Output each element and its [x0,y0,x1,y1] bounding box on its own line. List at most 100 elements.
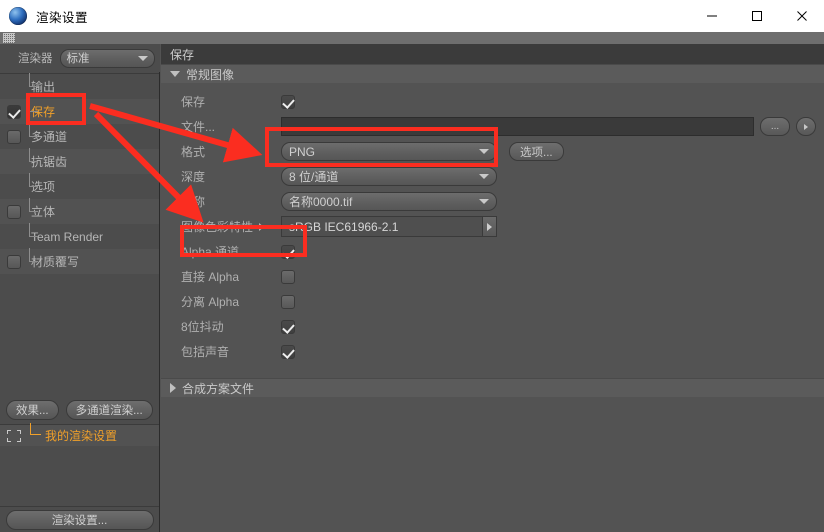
color-profile-value: sRGB IEC61966-2.1 [289,219,399,234]
tree-item-5[interactable]: 立体 [0,198,159,224]
alpha-channel-checkbox[interactable] [281,244,295,259]
tree-item-checkbox[interactable] [7,104,21,119]
tree-item-6[interactable]: Team Render [0,223,159,249]
row-file: 文件... ... [161,114,824,139]
window-controls [689,0,824,32]
save-checkbox[interactable] [281,94,295,109]
group-header-regular-image[interactable]: 常规图像 [161,64,824,83]
dot-leader [228,320,276,333]
triangle-down-icon [170,71,180,77]
dot-leader [244,295,276,308]
chevron-down-icon [479,199,489,204]
chevron-down-icon [137,55,148,61]
straight-alpha-checkbox[interactable] [281,269,295,284]
preset-item-my-render-settings[interactable]: 我的渲染设置 [0,423,159,446]
format-dropdown[interactable]: PNG [281,142,497,161]
row-dither-8bit: 8位抖动 [161,314,824,339]
close-button[interactable] [779,0,824,32]
dot-leader [244,245,276,258]
tree-item-3[interactable]: 抗锯齿 [0,148,159,174]
tree-elbow-icon [29,98,39,124]
row-straight-alpha: 直接 Alpha [161,264,824,289]
color-profile-field[interactable]: sRGB IEC61966-2.1 [281,216,497,237]
group-header-composite-file[interactable]: 合成方案文件 [161,378,824,397]
left-panel: 渲染器 标准 输出 保存 多通道 抗锯齿 选项 立体 Team Render 材质覆写 效果.… [0,44,160,532]
row-alpha-channel-label: Alpha 通道 [181,245,240,259]
tree-elbow-icon [29,223,39,249]
drag-grip-icon[interactable] [3,33,15,43]
renderer-label: 渲染器 [18,53,53,65]
row-name-label: 名称 [181,195,206,209]
maximize-button[interactable] [734,0,779,32]
tree-item-2[interactable]: 多通道 [0,123,159,149]
row-color-profile: 图像色彩特性 sRGB IEC61966-2.1 [161,214,824,239]
preset-item-label: 我的渲染设置 [45,429,118,443]
tree-elbow-icon [29,148,39,174]
depth-dropdown[interactable]: 8 位/通道 [281,167,497,186]
tree-elbow-icon [29,73,39,99]
row-separate-alpha-label: 分离 Alpha [181,295,240,309]
triangle-right-icon[interactable] [259,222,265,231]
format-options-button[interactable]: 选项... [509,142,564,161]
dot-leader [210,170,276,183]
effects-button[interactable]: 效果... [6,400,59,420]
row-format-label: 格式 [181,145,206,159]
panel-header: 保存 [161,44,824,64]
tree-item-checkbox[interactable] [7,204,21,219]
toolbar-strip [0,32,824,44]
name-value: 名称0000.tif [289,195,353,209]
arrow-right-icon [804,123,808,130]
tree-elbow-icon [29,123,39,149]
tree-item-0[interactable]: 输出 [0,73,159,99]
separate-alpha-checkbox[interactable] [281,294,295,309]
tree-elbow-icon [30,423,44,446]
depth-value: 8 位/通道 [289,170,339,184]
render-settings-window: 渲染设置 渲染器 标准 输出 保存 多通道 抗锯齿 选项 立体 Team Render 材质覆… [0,0,824,532]
row-separate-alpha: 分离 Alpha [161,289,824,314]
render-sphere-icon [9,7,27,25]
tree-item-checkbox[interactable] [7,129,21,144]
tree-item-checkbox[interactable] [7,254,21,269]
preset-list: 我的渲染设置 [0,423,159,506]
tree-item-1[interactable]: 保存 [0,98,159,124]
chevron-down-icon [479,174,489,179]
dot-leader [210,195,276,208]
color-profile-expand-button[interactable] [482,217,496,236]
file-browse-button[interactable]: ... [760,117,790,136]
tree-item-7[interactable]: 材质覆写 [0,248,159,274]
name-dropdown[interactable]: 名称0000.tif [281,192,497,211]
renderer-dropdown[interactable]: 标准 [59,48,155,68]
arrow-right-icon [487,222,492,231]
file-expand-button[interactable] [796,117,816,136]
row-depth: 深度 8 位/通道 [161,164,824,189]
titlebar: 渲染设置 [0,0,824,32]
minimize-button[interactable] [689,0,734,32]
row-depth-label: 深度 [181,170,206,184]
row-dither-8bit-label: 8位抖动 [181,320,224,334]
dot-leader [244,270,276,283]
dither-8bit-checkbox[interactable] [281,319,295,334]
right-panel: 保存 常规图像 保存 文件... ... 格式 PNG 选项... 深度 8 位… [161,44,824,532]
renderer-row: 渲染器 标准 [0,44,160,72]
file-path-input[interactable] [281,117,754,136]
group-header-composite-file-label: 合成方案文件 [182,381,255,396]
include-sound-checkbox[interactable] [281,344,295,359]
save-form: 保存 文件... ... 格式 PNG 选项... 深度 8 位/通道 名称 名… [161,83,824,371]
dot-leader [234,345,276,358]
dot-leader [210,145,276,158]
row-save-label: 保存 [181,95,206,109]
row-straight-alpha-label: 直接 Alpha [181,270,240,284]
render-settings-button[interactable]: 渲染设置... [5,509,154,530]
triangle-right-icon [170,383,176,393]
row-color-profile-label: 图像色彩特性 [181,220,254,234]
row-format: 格式 PNG 选项... [161,139,824,164]
window-title: 渲染设置 [36,10,89,25]
chevron-down-icon [479,149,489,154]
tree-item-4[interactable]: 选项 [0,173,159,199]
multipass-render-button[interactable]: 多通道渲染... [65,400,153,420]
row-alpha-channel: Alpha 通道 [161,239,824,264]
left-bottom-bar: 渲染设置... [0,506,159,532]
row-include-sound-label: 包括声音 [181,345,230,359]
renderer-value: 标准 [66,53,90,65]
